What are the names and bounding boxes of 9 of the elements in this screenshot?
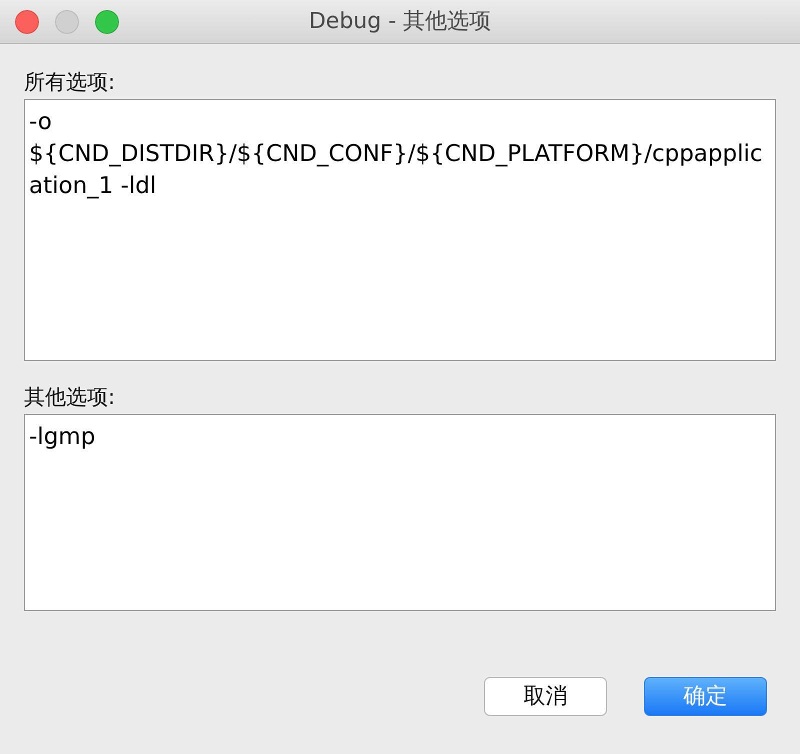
- options-field[interactable]: -o ${CND_DISTDIR}/${CND_CONF}/${CND_PLATFORM}/cppapplication_1 -ldl: [24, 99, 776, 361]
- field-label: 所有选项:: [24, 72, 116, 93]
- field-label: 其他选项:: [24, 387, 116, 408]
- cancel-button[interactable]: 取消: [484, 677, 607, 716]
- minimize-icon[interactable]: [55, 10, 79, 34]
- zoom-icon[interactable]: [95, 10, 119, 34]
- options-field[interactable]: -lgmp: [24, 414, 776, 611]
- close-icon[interactable]: [15, 10, 39, 34]
- window-title: Debug - 其他选项: [308, 8, 492, 36]
